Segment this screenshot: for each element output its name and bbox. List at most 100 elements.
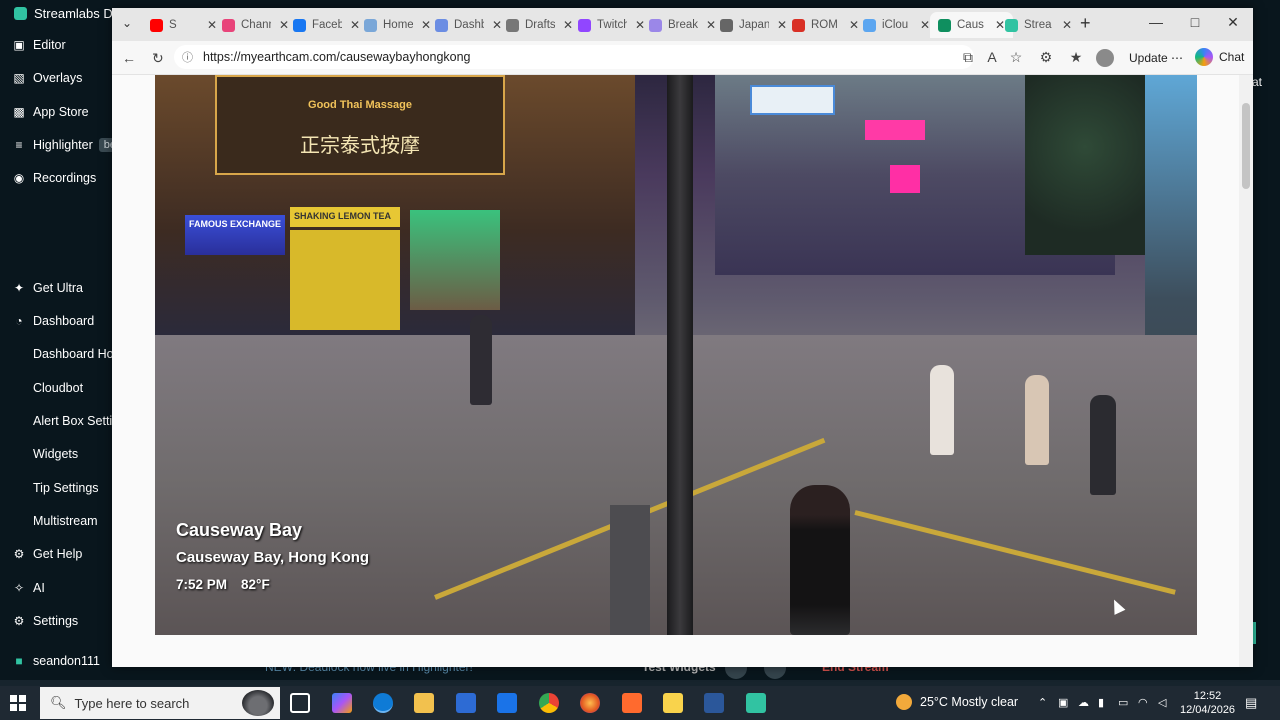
sidebar-item-label: Overlays [33,71,83,85]
pedestrian [790,485,850,635]
sidebar-item-label: Widgets [33,447,79,461]
ultra-icon: ✦ [13,281,25,295]
browser-tab[interactable]: iClou ✕ [863,12,930,38]
browser-tab[interactable]: Dashb ✕ [435,12,502,38]
edge-taskbar-icon[interactable] [373,693,393,713]
overlays-icon: ▧ [13,71,25,85]
copilot-icon [1195,48,1213,66]
copilot-taskbar-icon[interactable] [332,693,352,713]
tab-close-icon[interactable]: ✕ [995,18,1005,32]
sticky-notes-icon[interactable] [663,693,683,713]
tab-close-icon[interactable]: ✕ [492,18,502,32]
pedestrian [1090,395,1116,495]
tab-favicon-icon [649,18,662,32]
settings-icon: ⚙ [13,614,25,628]
start-windows-icon[interactable] [10,695,26,711]
file-explorer-icon[interactable] [414,693,434,713]
outlook-icon[interactable] [497,693,517,713]
browser-tab[interactable]: ROM ✕ [792,12,859,38]
update-label: Update [1129,51,1168,65]
tab-close-icon[interactable]: ✕ [279,18,289,32]
browser-tab[interactable]: Chann ✕ [222,12,289,38]
browser-tab[interactable]: Home ✕ [364,12,431,38]
new-tab-button[interactable]: + [1080,13,1091,34]
sidebar-item-label: Recordings [33,171,97,185]
pedestrian [470,315,492,405]
user-icon: ■ [15,654,23,668]
tab-close-icon[interactable]: ✕ [777,18,787,32]
notifications-icon[interactable]: ▤ [1245,695,1257,711]
search-icon: 🔍︎ [50,695,67,710]
site-info-icon[interactable]: ⓘ [182,49,193,65]
sidebar-item-label: Cloudbot [33,381,84,395]
taskbar-search-input[interactable]: 🔍︎ Type here to search [40,687,280,719]
profile-avatar[interactable] [1096,49,1114,67]
task-view-icon[interactable] [290,693,310,713]
refresh-button[interactable]: ↻ [152,50,164,67]
tab-title: iClou [882,19,909,31]
app-available-icon[interactable]: ⧉ [959,49,977,66]
tab-list-chevron-icon[interactable]: ⌄ [122,16,136,30]
battery-icon[interactable]: ▭ [1118,696,1128,709]
tray-app-icon[interactable]: ▣ [1058,696,1068,709]
browser-tab[interactable]: Caus ✕ [930,12,1014,38]
wifi-icon[interactable]: ◠ [1138,696,1148,709]
chrome-icon[interactable] [539,693,559,713]
microphone-icon[interactable]: ▮ [1098,696,1104,709]
brave-icon[interactable] [622,693,642,713]
tab-favicon-icon [506,18,519,32]
clock-time: 12:52 [1193,690,1222,702]
tab-title: Faceb [312,19,342,31]
browser-tab[interactable]: Strea ✕ [1005,12,1072,38]
favorite-star-icon[interactable]: ☆ [1007,49,1025,66]
highlighter-icon: ≡ [15,138,23,152]
browser-tab[interactable]: Japan ✕ [720,12,787,38]
webcam-meta: 7:52 PM 82°F [176,577,369,592]
sidebar-item-label: AI [33,581,45,595]
url-field[interactable]: ⓘ https://myearthcam.com/causewaybayhong… [174,45,974,69]
onedrive-icon[interactable]: ☁ [1078,696,1089,709]
back-button[interactable]: ← [122,50,136,66]
favorites-list-icon[interactable]: ★ [1067,49,1085,66]
volume-icon[interactable]: ◁ [1158,696,1166,709]
tray-chevron-icon[interactable]: ⌃ [1038,696,1047,709]
maximize-button[interactable]: □ [1185,14,1205,30]
tab-close-icon[interactable]: ✕ [920,18,930,32]
tab-favicon-icon [863,18,876,32]
update-button[interactable]: Update ⋯ [1129,51,1183,65]
sidebar-item-label: Multistream [33,514,98,528]
firefox-icon[interactable] [580,693,600,713]
weather-widget[interactable]: 25°C Mostly clear [896,694,1018,710]
chat-label: Chat [1219,50,1245,64]
clock[interactable]: 12:52 12/04/2026 [1180,689,1235,717]
scrollbar-thumb[interactable] [1242,103,1250,189]
minimize-button[interactable]: — [1146,14,1166,30]
streamlabs-taskbar-icon[interactable] [746,693,766,713]
word-icon[interactable] [704,693,724,713]
tab-close-icon[interactable]: ✕ [635,18,645,32]
tab-close-icon[interactable]: ✕ [207,18,217,32]
tab-close-icon[interactable]: ✕ [350,18,360,32]
browser-tab[interactable]: Faceb ✕ [293,12,360,38]
tab-close-icon[interactable]: ✕ [1062,18,1072,32]
tab-close-icon[interactable]: ✕ [421,18,431,32]
browser-tab[interactable]: Drafts ✕ [506,12,573,38]
exchange-sign: FAMOUS EXCHANGE [185,215,285,255]
extensions-icon[interactable]: ⚙ [1037,49,1055,66]
tab-close-icon[interactable]: ✕ [563,18,573,32]
browser-tab[interactable]: S ✕ [150,12,217,38]
webcam-video-player[interactable]: Good Thai Massage 正宗泰式按摩 FAMOUS EXCHANGE… [155,75,1197,635]
sign-text: 正宗泰式按摩 [300,133,420,157]
help-icon: ⚙ [13,547,25,561]
tab-close-icon[interactable]: ✕ [849,18,859,32]
close-window-button[interactable]: ✕ [1223,14,1243,31]
tab-close-icon[interactable]: ✕ [706,18,716,32]
browser-tab[interactable]: Twitch ✕ [578,12,645,38]
copilot-chat-button[interactable]: Chat [1195,48,1244,66]
editor-icon: ▣ [13,38,25,52]
microsoft-store-icon[interactable] [456,693,476,713]
tab-strip: ⌄ S✕Chann✕Faceb✕Home✕Dashb✕Drafts✕Twitch… [112,8,1253,41]
browser-tab[interactable]: Break ✕ [649,12,716,38]
page-scrollbar[interactable] [1239,75,1253,667]
read-aloud-icon[interactable]: A [983,49,1001,65]
